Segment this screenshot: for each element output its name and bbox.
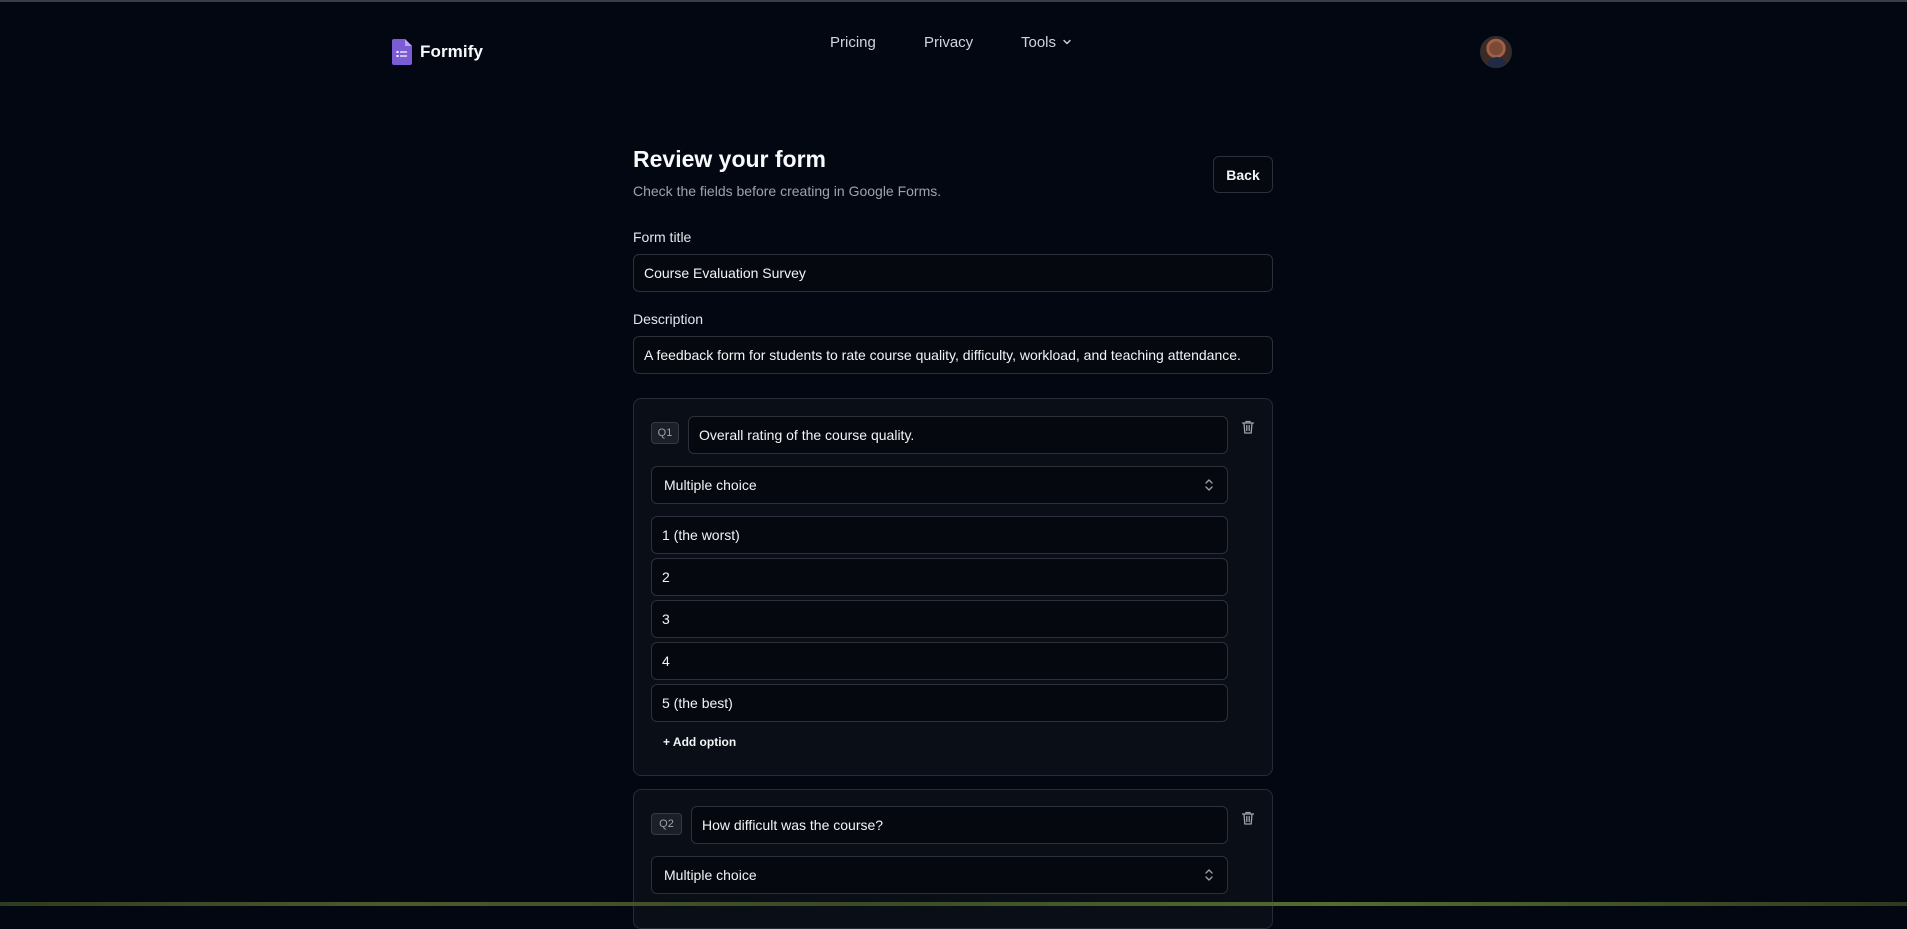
chevron-up-down-icon	[1205, 479, 1213, 491]
option-input[interactable]: 3	[651, 600, 1228, 638]
question-text-input[interactable]: Overall rating of the course quality.	[688, 416, 1228, 454]
question-type-select[interactable]: Multiple choice	[651, 466, 1228, 504]
page-title: Review your form	[633, 146, 826, 172]
question-type-value: Multiple choice	[664, 867, 757, 883]
user-avatar[interactable]	[1480, 36, 1512, 68]
top-navbar: Formify Pricing Privacy Tools	[0, 2, 1907, 98]
question-card: Q1 Overall rating of the course quality.…	[633, 398, 1273, 776]
brand[interactable]: Formify	[392, 38, 483, 66]
nav-tools-label: Tools	[1021, 33, 1057, 51]
option-input[interactable]: 1 (the worst)	[651, 516, 1228, 554]
option-input[interactable]: 4	[651, 642, 1228, 680]
question-type-value: Multiple choice	[664, 477, 757, 493]
chevron-up-down-icon	[1205, 869, 1213, 881]
add-option-button[interactable]: + Add option	[663, 735, 736, 749]
brand-name: Formify	[420, 42, 484, 61]
page-subtitle: Check the fields before creating in Goog…	[633, 183, 942, 199]
description-input[interactable]: A feedback form for students to rate cou…	[633, 336, 1273, 374]
question-number-badge: Q2	[651, 813, 682, 835]
trash-icon[interactable]	[1240, 419, 1256, 435]
question-type-select[interactable]: Multiple choice	[651, 856, 1228, 894]
option-input[interactable]: 2	[651, 558, 1228, 596]
form-title-input[interactable]: Course Evaluation Survey	[633, 254, 1273, 292]
chevron-down-icon	[1063, 39, 1071, 45]
nav-privacy[interactable]: Privacy	[924, 34, 973, 51]
nav-pricing[interactable]: Pricing	[830, 34, 876, 51]
desktop-wallpaper-strip	[0, 902, 1907, 906]
form-title-label: Form title	[633, 229, 692, 245]
back-button[interactable]: Back	[1213, 156, 1273, 193]
option-input[interactable]: 5 (the best)	[651, 684, 1228, 722]
question-card: Q2 How difficult was the course? Multipl…	[633, 789, 1273, 929]
trash-icon[interactable]	[1240, 810, 1256, 826]
question-text-input[interactable]: How difficult was the course?	[691, 806, 1228, 844]
forms-logo-icon	[392, 39, 412, 65]
nav-tools-dropdown[interactable]: Tools	[1021, 34, 1072, 51]
description-label: Description	[633, 311, 704, 327]
question-number-badge: Q1	[651, 422, 679, 444]
